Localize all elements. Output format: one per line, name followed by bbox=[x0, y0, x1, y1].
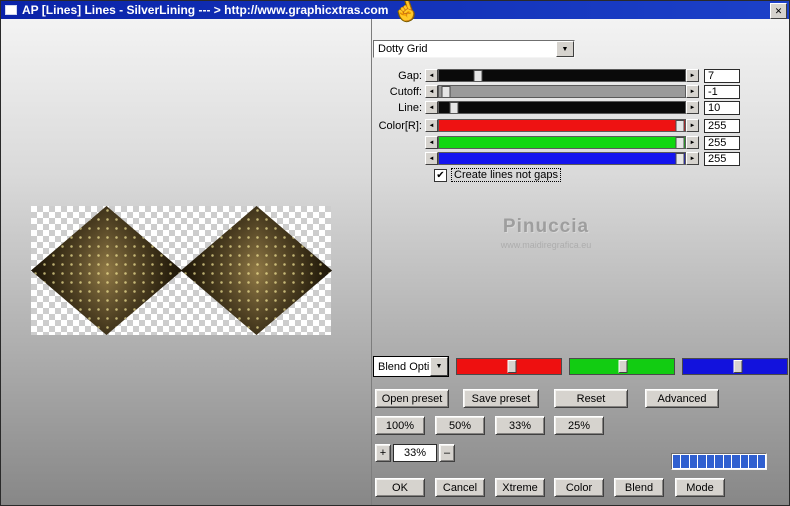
blend-button[interactable]: Blend bbox=[614, 478, 664, 497]
gap-label: Gap: bbox=[398, 69, 422, 82]
line-value-field[interactable]: 10 bbox=[704, 100, 740, 115]
progress-segment bbox=[698, 455, 706, 468]
cutoff-label: Cutoff: bbox=[389, 85, 422, 98]
progress-segment bbox=[689, 455, 698, 468]
hand-cursor-icon: ☝ bbox=[389, 0, 422, 26]
color-b-slider-track[interactable] bbox=[438, 152, 686, 165]
color-r-value-field[interactable]: 255 bbox=[704, 118, 740, 133]
param-row-color-r: Color[R]: ◄ ► 255 bbox=[375, 118, 740, 133]
create-lines-checkbox[interactable]: ✔ Create lines not gaps bbox=[434, 168, 561, 182]
window-title: AP [Lines] Lines - SilverLining --- > ht… bbox=[22, 3, 389, 17]
arrow-left-icon[interactable]: ◄ bbox=[425, 69, 438, 82]
progress-segment bbox=[681, 455, 689, 468]
arrow-right-icon[interactable]: ► bbox=[686, 152, 699, 165]
gap-slider-thumb[interactable] bbox=[473, 70, 483, 81]
mode-button[interactable]: Mode bbox=[675, 478, 725, 497]
filter-dropdown-value: Dotty Grid bbox=[378, 43, 428, 55]
param-row-color-b: ◄ ► 255 bbox=[375, 151, 740, 166]
param-row-cutoff: Cutoff: ◄ ► -1 bbox=[375, 84, 740, 99]
check-icon: ✔ bbox=[436, 169, 445, 181]
open-preset-button[interactable]: Open preset bbox=[375, 389, 449, 408]
zoom-50-button[interactable]: 50% bbox=[435, 416, 485, 435]
color-b-value-field[interactable]: 255 bbox=[704, 151, 740, 166]
xtreme-button[interactable]: Xtreme bbox=[495, 478, 545, 497]
color-r-label: Color[R]: bbox=[378, 119, 422, 132]
blend-options-value: Blend Opti bbox=[378, 360, 430, 373]
zoom-decrease-button[interactable]: – bbox=[439, 444, 455, 462]
blend-red-thumb[interactable] bbox=[507, 360, 517, 373]
zoom-level-field[interactable]: 33% bbox=[393, 444, 437, 462]
color-g-value-field[interactable]: 255 bbox=[704, 135, 740, 150]
param-row-color-g: ◄ ► 255 bbox=[375, 135, 740, 150]
arrow-right-icon[interactable]: ► bbox=[686, 85, 699, 98]
arrow-right-icon[interactable]: ► bbox=[686, 69, 699, 82]
color-b-slider-thumb[interactable] bbox=[675, 153, 685, 164]
arrow-right-icon[interactable]: ► bbox=[686, 119, 699, 132]
progress-segment bbox=[757, 455, 765, 468]
blend-blue-slider[interactable] bbox=[682, 358, 788, 375]
advanced-button[interactable]: Advanced bbox=[645, 389, 719, 408]
arrow-right-icon[interactable]: ► bbox=[686, 136, 699, 149]
plugin-dialog: AP [Lines] Lines - SilverLining --- > ht… bbox=[0, 0, 790, 506]
watermark-name: Pinuccia bbox=[502, 216, 590, 237]
close-button[interactable]: ✕ bbox=[770, 3, 787, 19]
checkbox-label: Create lines not gaps bbox=[451, 168, 561, 182]
progress-segment bbox=[673, 455, 681, 468]
color-r-slider-thumb[interactable] bbox=[675, 120, 685, 131]
checkbox-box[interactable]: ✔ bbox=[434, 168, 447, 182]
filter-dropdown[interactable]: Dotty Grid ▼ bbox=[373, 40, 575, 58]
color-g-slider-thumb[interactable] bbox=[675, 137, 685, 148]
color-g-slider-track[interactable] bbox=[438, 136, 686, 149]
blend-red-slider[interactable] bbox=[456, 358, 562, 375]
cutoff-slider-track[interactable] bbox=[438, 85, 686, 98]
preview-canvas bbox=[31, 206, 332, 335]
ok-button[interactable]: OK bbox=[375, 478, 425, 497]
zoom-increase-button[interactable]: + bbox=[375, 444, 391, 462]
progress-segment bbox=[723, 455, 732, 468]
progress-segment bbox=[706, 455, 715, 468]
panel-divider bbox=[371, 19, 372, 505]
arrow-left-icon[interactable]: ◄ bbox=[425, 152, 438, 165]
arrow-left-icon[interactable]: ◄ bbox=[425, 101, 438, 114]
gap-slider-track[interactable] bbox=[438, 69, 686, 82]
gap-value-field[interactable]: 7 bbox=[704, 68, 740, 83]
cancel-button[interactable]: Cancel bbox=[435, 478, 485, 497]
save-preset-button[interactable]: Save preset bbox=[463, 389, 539, 408]
line-slider-thumb[interactable] bbox=[449, 102, 459, 113]
progress-segment bbox=[749, 455, 757, 468]
color-r-slider-track[interactable] bbox=[438, 119, 686, 132]
blend-green-thumb[interactable] bbox=[618, 360, 628, 373]
chevron-down-icon[interactable]: ▼ bbox=[556, 41, 574, 57]
color-button[interactable]: Color bbox=[554, 478, 604, 497]
blend-green-slider[interactable] bbox=[569, 358, 675, 375]
preview-diamond-left bbox=[31, 206, 182, 335]
arrow-left-icon[interactable]: ◄ bbox=[425, 119, 438, 132]
reset-button[interactable]: Reset bbox=[554, 389, 628, 408]
preview-diamond-right bbox=[181, 206, 332, 335]
param-row-line: Line: ◄ ► 10 bbox=[375, 100, 740, 115]
blend-blue-thumb[interactable] bbox=[733, 360, 743, 373]
cutoff-slider-thumb[interactable] bbox=[441, 86, 451, 97]
watermark-site: www.maidiregrafica.eu bbox=[500, 240, 592, 250]
line-slider-track[interactable] bbox=[438, 101, 686, 114]
zoom-33-button[interactable]: 33% bbox=[495, 416, 545, 435]
arrow-right-icon[interactable]: ► bbox=[686, 101, 699, 114]
arrow-left-icon[interactable]: ◄ bbox=[425, 85, 438, 98]
line-label: Line: bbox=[398, 101, 422, 114]
blend-options-dropdown[interactable]: Blend Opti ▼ bbox=[373, 356, 449, 377]
arrow-left-icon[interactable]: ◄ bbox=[425, 136, 438, 149]
zoom-100-button[interactable]: 100% bbox=[375, 416, 425, 435]
progress-segment bbox=[715, 455, 723, 468]
param-row-gap: Gap: ◄ ► 7 bbox=[375, 68, 740, 83]
cutoff-value-field[interactable]: -1 bbox=[704, 84, 740, 99]
progress-segment bbox=[732, 455, 740, 468]
progress-bar bbox=[671, 453, 767, 470]
watermark: Pinuccia www.maidiregrafica.eu bbox=[441, 216, 651, 250]
zoom-25-button[interactable]: 25% bbox=[554, 416, 604, 435]
window-icon bbox=[5, 5, 17, 15]
progress-segment bbox=[740, 455, 749, 468]
chevron-down-icon[interactable]: ▼ bbox=[430, 357, 448, 376]
